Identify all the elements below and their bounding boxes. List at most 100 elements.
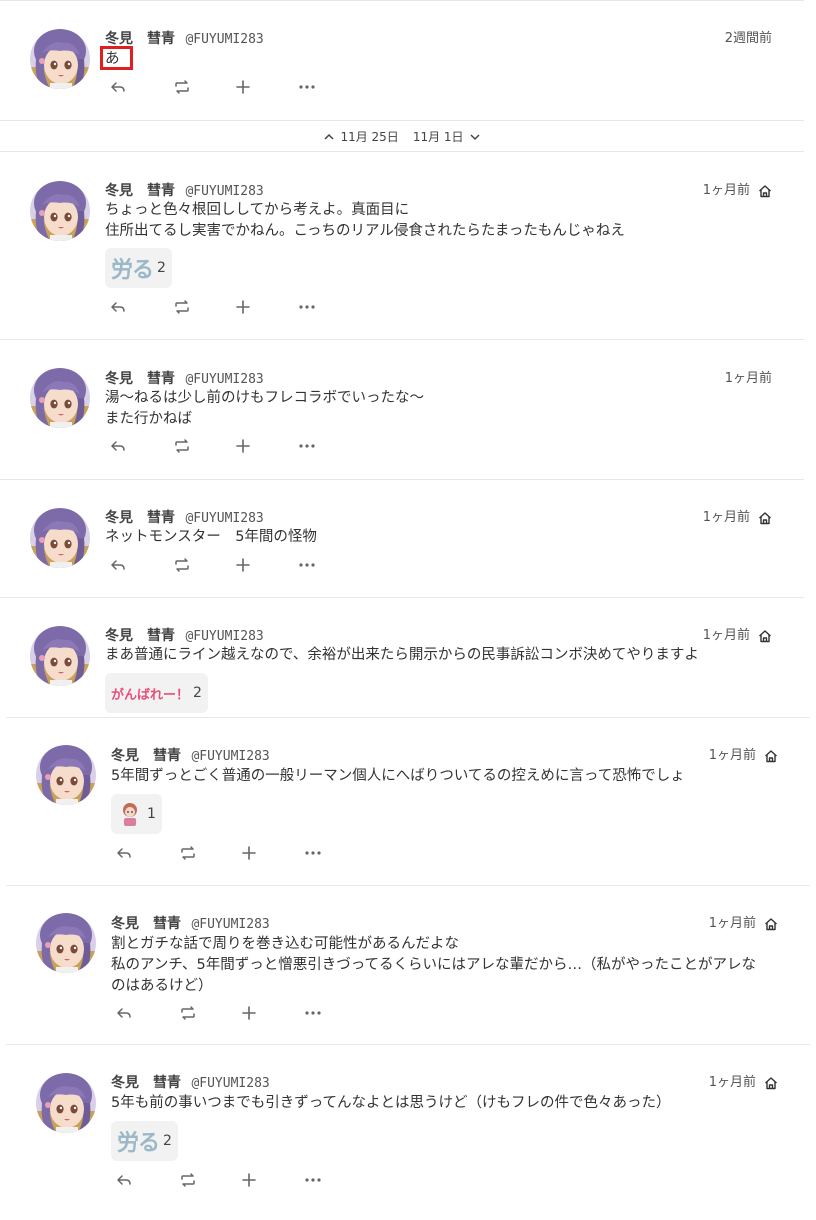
reply-icon[interactable] <box>116 842 179 864</box>
plus-icon[interactable] <box>236 76 299 98</box>
avatar[interactable] <box>30 368 90 428</box>
plus-icon[interactable] <box>236 554 299 576</box>
note-text: あ <box>105 49 774 70</box>
user-handle[interactable]: @FUYUMI283 <box>191 749 269 764</box>
chevron-down-icon <box>470 133 480 140</box>
note[interactable]: 冬見 彗青 @FUYUMI283 1ヶ月前 割とガチな話で周りを巻き込む可能性が… <box>6 885 810 1044</box>
more-icon[interactable] <box>305 1002 368 1024</box>
user-handle[interactable]: @FUYUMI283 <box>185 629 263 644</box>
renote-icon[interactable] <box>179 1169 242 1191</box>
user-name[interactable]: 冬見 彗青 <box>111 1075 181 1091</box>
note-text-line: 割とガチな話で周りを巻き込む可能性があるんだよな <box>111 936 459 952</box>
reply-icon[interactable] <box>116 1169 179 1191</box>
reply-icon[interactable] <box>110 76 173 98</box>
avatar[interactable] <box>30 29 90 89</box>
note-actions <box>110 296 362 318</box>
user-name[interactable]: 冬見 彗青 <box>111 748 181 764</box>
renote-icon[interactable] <box>179 842 242 864</box>
note[interactable]: 冬見 彗青 @FUYUMI283 1ヶ月前 5年間ずっとごく普通の一般リーマン個… <box>6 717 810 885</box>
renote-icon[interactable] <box>173 435 236 457</box>
note[interactable]: 冬見 彗青 @FUYUMI283 1ヶ月前 ネットモンスター 5年間の怪物 <box>0 479 804 597</box>
renote-icon[interactable] <box>173 296 236 318</box>
user-handle[interactable]: @FUYUMI283 <box>185 511 263 526</box>
reply-icon[interactable] <box>110 554 173 576</box>
avatar[interactable] <box>36 913 96 973</box>
note-text-line: まあ普通にライン越えなので、余裕が出来たら開示からの民事訴訟コンボ決めてやります… <box>105 647 699 663</box>
note-actions <box>116 1002 368 1024</box>
reaction-button[interactable]: 1 <box>111 794 162 834</box>
reaction-button[interactable]: 労る 2 <box>111 1121 178 1161</box>
renote-icon[interactable] <box>173 554 236 576</box>
date-prev[interactable]: 11月 25日 <box>324 128 399 145</box>
note-text: まあ普通にライン越えなので、余裕が出来たら開示からの民事訴訟コンボ決めてやります… <box>105 645 774 666</box>
user-name[interactable]: 冬見 彗青 <box>105 628 175 644</box>
note-text: 割とガチな話で周りを巻き込む可能性があるんだよな 私のアンチ、5年間ずっと憎悪引… <box>111 934 788 997</box>
timestamp[interactable]: 1ヶ月前 <box>703 626 772 646</box>
more-icon[interactable] <box>299 435 362 457</box>
more-icon[interactable] <box>299 296 362 318</box>
note-text-line: のはあるけど） <box>111 978 213 994</box>
reaction-button[interactable]: がんばれー！ 2 <box>105 673 208 713</box>
note-text-line: 5年間ずっとごく普通の一般リーマン個人にへばりついてるの控えめに言って恐怖でしょ <box>111 768 685 784</box>
avatar[interactable] <box>30 626 90 686</box>
plus-icon[interactable] <box>242 1169 305 1191</box>
user-name[interactable]: 冬見 彗青 <box>105 183 175 199</box>
user-handle[interactable]: @FUYUMI283 <box>185 184 263 199</box>
timestamp[interactable]: 1ヶ月前 <box>709 746 778 766</box>
note-text: ちょっと色々根回ししてから考えよ。真面目に 住所出てるし実害でかねん。こっちのリ… <box>105 200 774 242</box>
reply-icon[interactable] <box>116 1002 179 1024</box>
plus-icon[interactable] <box>242 842 305 864</box>
user-handle[interactable]: @FUYUMI283 <box>185 372 263 387</box>
timestamp[interactable]: 1ヶ月前 <box>703 181 772 201</box>
reply-icon[interactable] <box>110 296 173 318</box>
plus-icon[interactable] <box>242 1002 305 1024</box>
reaction-emoji: 労る <box>117 1130 160 1156</box>
timestamp[interactable]: 2週間前 <box>725 29 772 49</box>
timeline: 冬見 彗青 @FUYUMI283 2週間前 あ 11月 25日 11月 1日 冬… <box>0 0 816 1220</box>
note-text-line: 5年も前の事いつまでも引きずってんなよとは思うけど（けもフレの件で色々あった） <box>111 1095 671 1111</box>
note[interactable]: 冬見 彗青 @FUYUMI283 1ヶ月前 湯～ねるは少し前のけもフレコラボでい… <box>0 339 804 479</box>
note-text: 5年も前の事いつまでも引きずってんなよとは思うけど（けもフレの件で色々あった） <box>111 1093 780 1114</box>
date-prev-label: 11月 25日 <box>340 130 399 144</box>
note-text-line: あ <box>105 51 120 67</box>
more-icon[interactable] <box>305 1169 368 1191</box>
reply-icon[interactable] <box>110 435 173 457</box>
timestamp[interactable]: 1ヶ月前 <box>725 369 772 389</box>
note-actions <box>116 1169 368 1191</box>
avatar[interactable] <box>36 1073 96 1133</box>
more-icon[interactable] <box>299 554 362 576</box>
note[interactable]: 冬見 彗青 @FUYUMI283 2週間前 あ <box>0 0 804 120</box>
date-next[interactable]: 11月 1日 <box>413 128 480 145</box>
reaction-button[interactable]: 労る 2 <box>105 248 172 288</box>
home-icon <box>758 629 772 643</box>
more-icon[interactable] <box>299 76 362 98</box>
user-handle[interactable]: @FUYUMI283 <box>191 917 269 932</box>
home-icon <box>764 917 778 931</box>
user-name[interactable]: 冬見 彗青 <box>111 916 181 932</box>
reaction-emoji: がんばれー！ <box>111 687 190 703</box>
avatar[interactable] <box>30 508 90 568</box>
home-icon <box>764 1076 778 1090</box>
timestamp[interactable]: 1ヶ月前 <box>709 1073 778 1093</box>
user-handle[interactable]: @FUYUMI283 <box>185 32 263 47</box>
renote-icon[interactable] <box>173 76 236 98</box>
note-actions <box>110 554 362 576</box>
avatar[interactable] <box>30 181 90 241</box>
plus-icon[interactable] <box>236 296 299 318</box>
user-handle[interactable]: @FUYUMI283 <box>191 1076 269 1091</box>
timestamp[interactable]: 1ヶ月前 <box>703 508 772 528</box>
more-icon[interactable] <box>305 842 368 864</box>
timestamp[interactable]: 1ヶ月前 <box>709 914 778 934</box>
note[interactable]: 冬見 彗青 @FUYUMI283 1ヶ月前 5年も前の事いつまでも引きずってんな… <box>6 1044 810 1220</box>
note-actions <box>116 842 368 864</box>
note[interactable]: 冬見 彗青 @FUYUMI283 1ヶ月前 ちょっと色々根回ししてから考えよ。真… <box>0 151 804 339</box>
avatar[interactable] <box>36 745 96 805</box>
plus-icon[interactable] <box>236 435 299 457</box>
renote-icon[interactable] <box>179 1002 242 1024</box>
user-name[interactable]: 冬見 彗青 <box>105 31 175 47</box>
user-name[interactable]: 冬見 彗青 <box>105 371 175 387</box>
note-text: 5年間ずっとごく普通の一般リーマン個人にへばりついてるの控えめに言って恐怖でしょ <box>111 766 780 787</box>
note[interactable]: 冬見 彗青 @FUYUMI283 1ヶ月前 まあ普通にライン越えなので、余裕が出… <box>0 597 804 717</box>
character-sticker-icon <box>117 801 143 827</box>
user-name[interactable]: 冬見 彗青 <box>105 510 175 526</box>
